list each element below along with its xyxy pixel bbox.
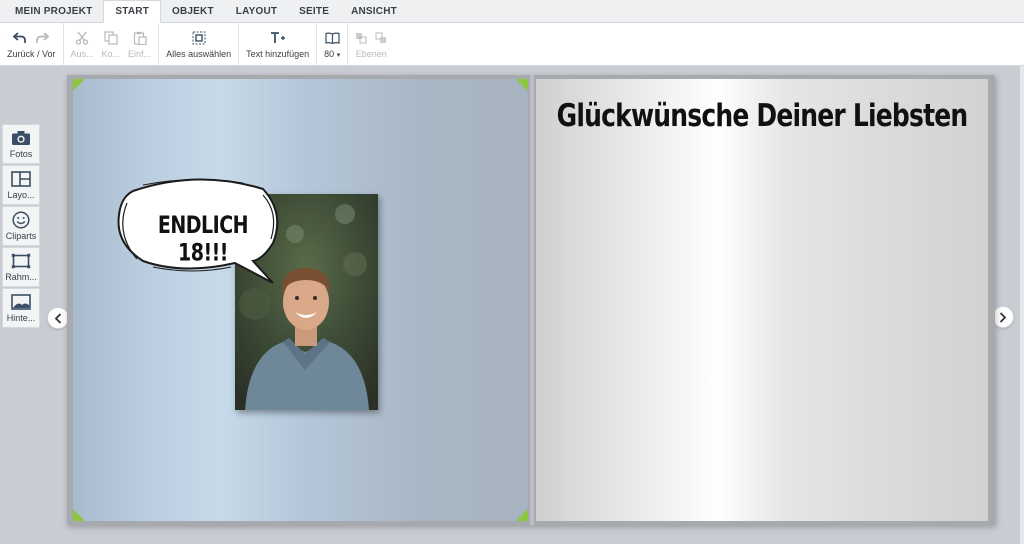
copy-label: Ko... [101,48,121,59]
layers-label: Ebenen [355,48,387,59]
select-all-button[interactable]: Alles auswählen [162,23,235,65]
layout-icon [11,171,31,187]
smiley-icon [12,211,30,229]
chevron-down-icon: ▾ [336,51,341,59]
book-spread: ENDLICH 18!!! Glückwünsche Deiner Liebst… [67,75,995,525]
bubble-text[interactable]: ENDLICH 18!!! [131,212,275,267]
undo-icon[interactable] [13,31,27,44]
toolbar: Zurück / Vor Aus... Ko... Einf... Alles … [0,23,1024,66]
zoom-value-row: 80 ▾ [324,49,340,59]
menu-tabs: MEIN PROJEKT START OBJEKT LAYOUT SEITE A… [0,0,1024,23]
add-text-icon [270,31,285,43]
zoom-value: 80 [324,48,335,59]
corner-marker-bottom-right[interactable] [516,509,528,521]
add-text-button[interactable]: Text hinzufügen [242,23,313,65]
paste-label: Einf... [128,48,152,59]
tab-layout[interactable]: LAYOUT [225,0,288,22]
corner-marker-top-left[interactable] [73,79,85,91]
chevron-left-icon [54,312,62,324]
sidebar-item-layout[interactable]: Layo... [2,165,40,205]
sidebar-item-rahmen[interactable]: Rahm... [2,247,40,287]
tab-mein-projekt[interactable]: MEIN PROJEKT [4,0,103,22]
toolbar-group-clipboard: Aus... Ko... Einf... [64,23,160,65]
undo-redo-button[interactable]: Zurück / Vor [3,23,60,65]
toolbar-group-zoom: 80 ▾ [317,23,349,65]
corner-marker-top-right[interactable] [516,79,528,91]
layers-button[interactable]: Ebenen [351,23,391,65]
left-page[interactable]: ENDLICH 18!!! [73,79,528,521]
tab-objekt[interactable]: OBJEKT [161,0,225,22]
tab-start[interactable]: START [103,0,162,23]
copy-icon [104,30,118,45]
corner-marker-bottom-left[interactable] [73,509,85,521]
tab-seite[interactable]: SEITE [288,0,340,22]
next-page-button[interactable] [992,306,1014,328]
layer-down-icon [375,32,387,43]
redo-icon[interactable] [36,31,50,44]
add-text-label: Text hinzufügen [246,48,310,59]
book-spine [528,75,536,525]
copy-button[interactable]: Ko... [98,23,125,65]
toolbar-group-text: Text hinzufügen [239,23,318,65]
sidebar-item-label: Fotos [9,149,33,159]
vertical-scrollbar[interactable] [1020,66,1024,544]
sidebar-item-label: Layo... [7,190,35,200]
sidebar-item-hintergrund[interactable]: Hinte... [2,288,40,328]
paste-button[interactable]: Einf... [124,23,155,65]
chevron-right-icon [999,311,1007,323]
cut-label: Aus... [70,48,94,59]
tab-ansicht[interactable]: ANSICHT [340,0,408,22]
camera-icon [12,131,30,145]
sidebar-item-label: Rahm... [5,272,37,282]
sidebar-item-label: Hinte... [6,313,36,323]
toolbar-group-select: Alles auswählen [159,23,240,65]
sidebar-item-cliparts[interactable]: Cliparts [2,206,40,246]
sidebar-item-label: Cliparts [5,231,37,241]
zoom-dropdown[interactable]: 80 ▾ [320,23,344,65]
book-view-icon [325,32,340,44]
background-image-icon [11,294,31,310]
frame-icon [11,253,31,269]
toolbar-group-layers: Ebenen [348,23,394,65]
toolbar-group-history: Zurück / Vor [0,23,64,65]
select-all-label: Alles auswählen [166,48,232,59]
right-page[interactable]: Glückwünsche Deiner Liebsten [536,79,988,521]
cut-button[interactable]: Aus... [67,23,98,65]
layer-up-icon [356,32,367,43]
side-panel: Fotos Layo... Cliparts Rahm... Hinte... [2,124,40,329]
scissors-icon [75,31,89,45]
undo-redo-label: Zurück / Vor [7,48,56,59]
page-headline[interactable]: Glückwünsche Deiner Liebsten [536,97,988,133]
select-all-icon [192,31,206,44]
sidebar-item-fotos[interactable]: Fotos [2,124,40,164]
previous-page-button[interactable] [47,307,69,329]
paste-icon [133,31,147,45]
